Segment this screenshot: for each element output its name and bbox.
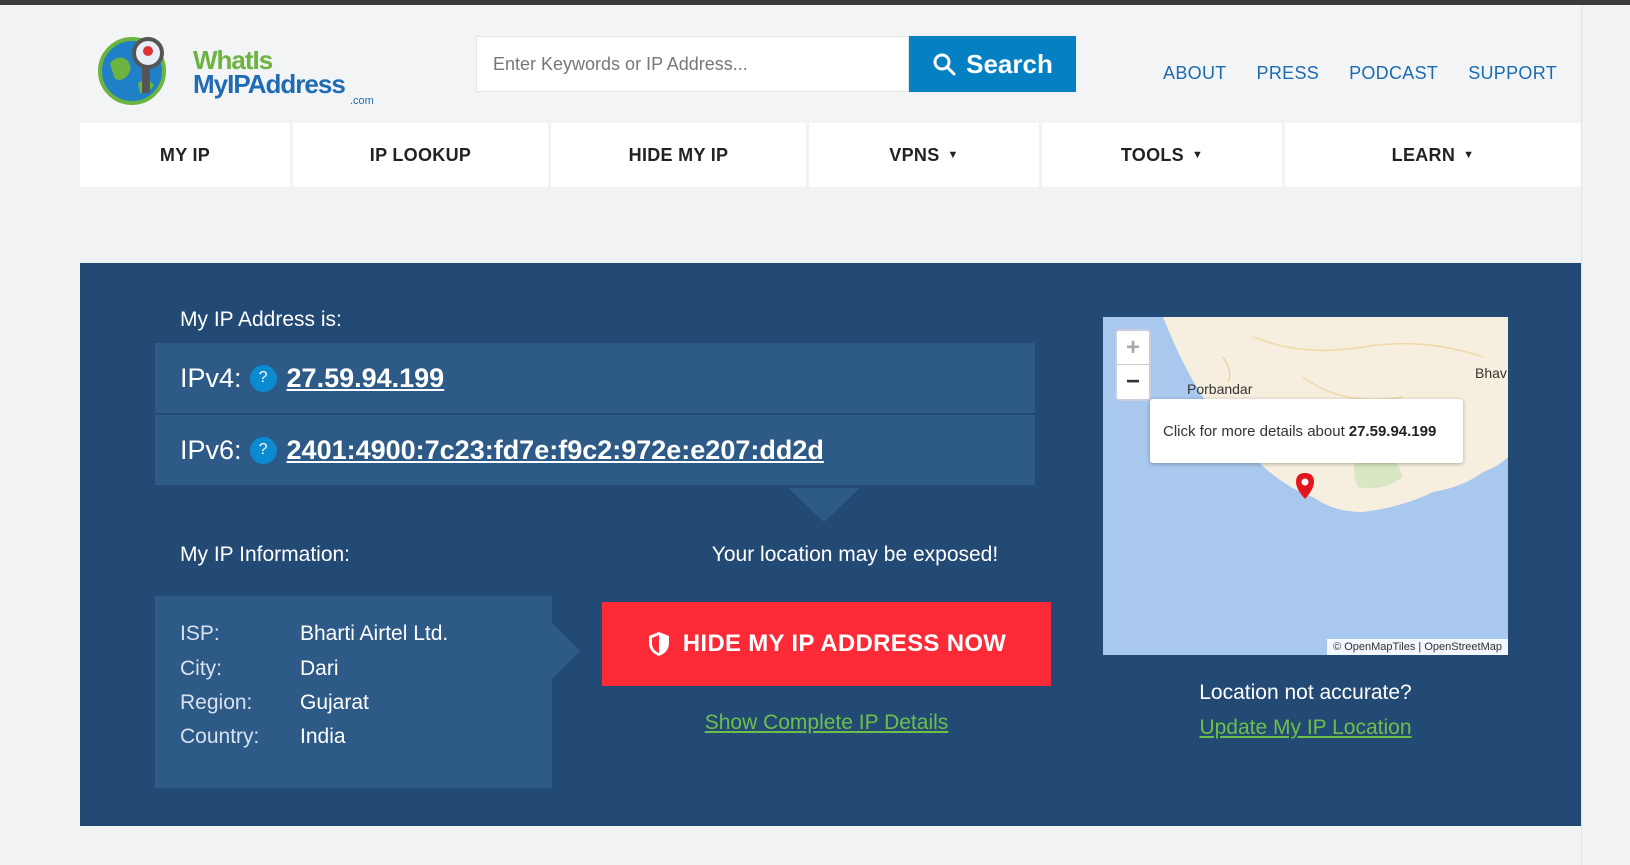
map-attribution[interactable]: © OpenMapTiles | OpenStreetMap (1327, 639, 1508, 655)
help-icon[interactable]: ? (249, 436, 277, 464)
logo-line-2: MyIPAddress (193, 69, 346, 99)
caret-down-icon: ▼ (1192, 149, 1204, 161)
ip-info-box: ISP: Bharti Airtel Ltd. City: Dari Region:… (155, 596, 552, 788)
info-row-isp: ISP: Bharti Airtel Ltd. (180, 622, 448, 646)
main-nav: MY IP IP LOOKUP HIDE MY IP VPNS ▼ TOOLS ▼ … (80, 123, 1581, 187)
info-key: ISP: (180, 622, 220, 645)
logo-suffix: .com (350, 95, 374, 107)
search-icon (933, 53, 956, 76)
nav-label: IP LOOKUP (369, 144, 472, 165)
zoom-out-button[interactable]: − (1117, 365, 1149, 399)
info-row-region: Region: Gujarat (180, 691, 369, 715)
map-popup[interactable]: Click for more details about 27.59.94.199 (1150, 399, 1463, 463)
site-logo[interactable]: WhatIs MyIPAddress .com (98, 29, 374, 119)
ipv6-value-link[interactable]: 2401:4900:7c23:fd7e:f9c2:972e:e207:dd2d (287, 435, 824, 466)
info-key: City: (180, 657, 222, 680)
ipv6-row: IPv6: ? 2401:4900:7c23:fd7e:f9c2:972e:e2… (155, 415, 1035, 485)
info-title: My IP Information: (180, 543, 351, 566)
ipv6-label: IPv6: (180, 434, 242, 465)
show-ip-details-link[interactable]: Show Complete IP Details (602, 711, 1051, 735)
map-label-city2: Bhav (1475, 365, 1507, 381)
zoom-in-button[interactable]: + (1117, 331, 1149, 365)
about-link[interactable]: ABOUT (1163, 63, 1227, 84)
search-button-label: Search (966, 48, 1053, 79)
info-key: Country: (180, 725, 260, 748)
map-pin-icon[interactable] (1296, 473, 1314, 499)
nav-label: MY IP (159, 144, 211, 165)
ipv4-value-link[interactable]: 27.59.94.199 (287, 363, 445, 394)
nav-item-vpns[interactable]: VPNS ▼ (809, 123, 1039, 187)
nav-label: VPNS (889, 144, 940, 165)
hide-ip-label: HIDE MY IP ADDRESS NOW (682, 630, 1007, 657)
nav-label: LEARN (1391, 144, 1456, 165)
globe-magnifier-icon (98, 37, 166, 105)
top-links: ABOUT PRESS PODCAST SUPPORT (1163, 63, 1557, 84)
shield-icon (648, 632, 669, 656)
podcast-link[interactable]: PODCAST (1349, 63, 1438, 84)
map-zoom-control: + − (1115, 329, 1151, 401)
map-label-city1: Porbandar (1187, 381, 1253, 397)
nav-item-tools[interactable]: TOOLS ▼ (1042, 123, 1282, 187)
info-key: Region: (180, 691, 253, 714)
nav-item-ip-lookup[interactable]: IP LOOKUP (293, 123, 548, 187)
support-link[interactable]: SUPPORT (1468, 63, 1557, 84)
nav-item-learn[interactable]: LEARN ▼ (1285, 123, 1581, 187)
press-link[interactable]: PRESS (1257, 63, 1320, 84)
nav-item-my-ip[interactable]: MY IP (80, 123, 290, 187)
help-icon[interactable]: ? (249, 364, 277, 392)
exposed-warning: Your location may be exposed! (711, 543, 999, 566)
update-location-link[interactable]: Update My IP Location (1103, 716, 1508, 740)
ipv4-label: IPv4: (180, 362, 242, 393)
ipv4-row: IPv4: ? 27.59.94.199 (155, 343, 1035, 413)
nav-label: TOOLS (1120, 144, 1184, 165)
info-value: Gujarat (300, 691, 369, 714)
search-button[interactable]: Search (909, 36, 1076, 92)
info-value: Bharti Airtel Ltd. (300, 622, 449, 645)
location-question: Location not accurate? (1199, 681, 1412, 704)
callout-pointer (788, 488, 860, 522)
site-header: WhatIs MyIPAddress .com Search ABOUT PRE… (80, 5, 1581, 123)
nav-label: HIDE MY IP (628, 144, 729, 165)
nav-item-hide-my-ip[interactable]: HIDE MY IP (551, 123, 806, 187)
hide-ip-button[interactable]: HIDE MY IP ADDRESS NOW (602, 602, 1051, 686)
ip-title: My IP Address is: (180, 308, 342, 331)
popup-ip: 27.59.94.199 (1348, 422, 1437, 440)
page-edge (1581, 5, 1582, 865)
info-value: Dari (300, 657, 339, 680)
info-arrow (552, 623, 580, 679)
info-row-city: City: Dari (180, 657, 339, 681)
info-value: India (300, 725, 346, 748)
caret-down-icon: ▼ (947, 149, 959, 161)
info-row-country: Country: India (180, 725, 346, 749)
location-map[interactable]: + − Porbandar Bhav Click for more detail… (1103, 317, 1508, 655)
ip-hero-panel: My IP Address is: IPv4: ? 27.59.94.199 I… (80, 263, 1581, 826)
search-input[interactable] (476, 36, 909, 92)
caret-down-icon: ▼ (1463, 149, 1475, 161)
popup-text: Click for more details about (1163, 422, 1345, 440)
